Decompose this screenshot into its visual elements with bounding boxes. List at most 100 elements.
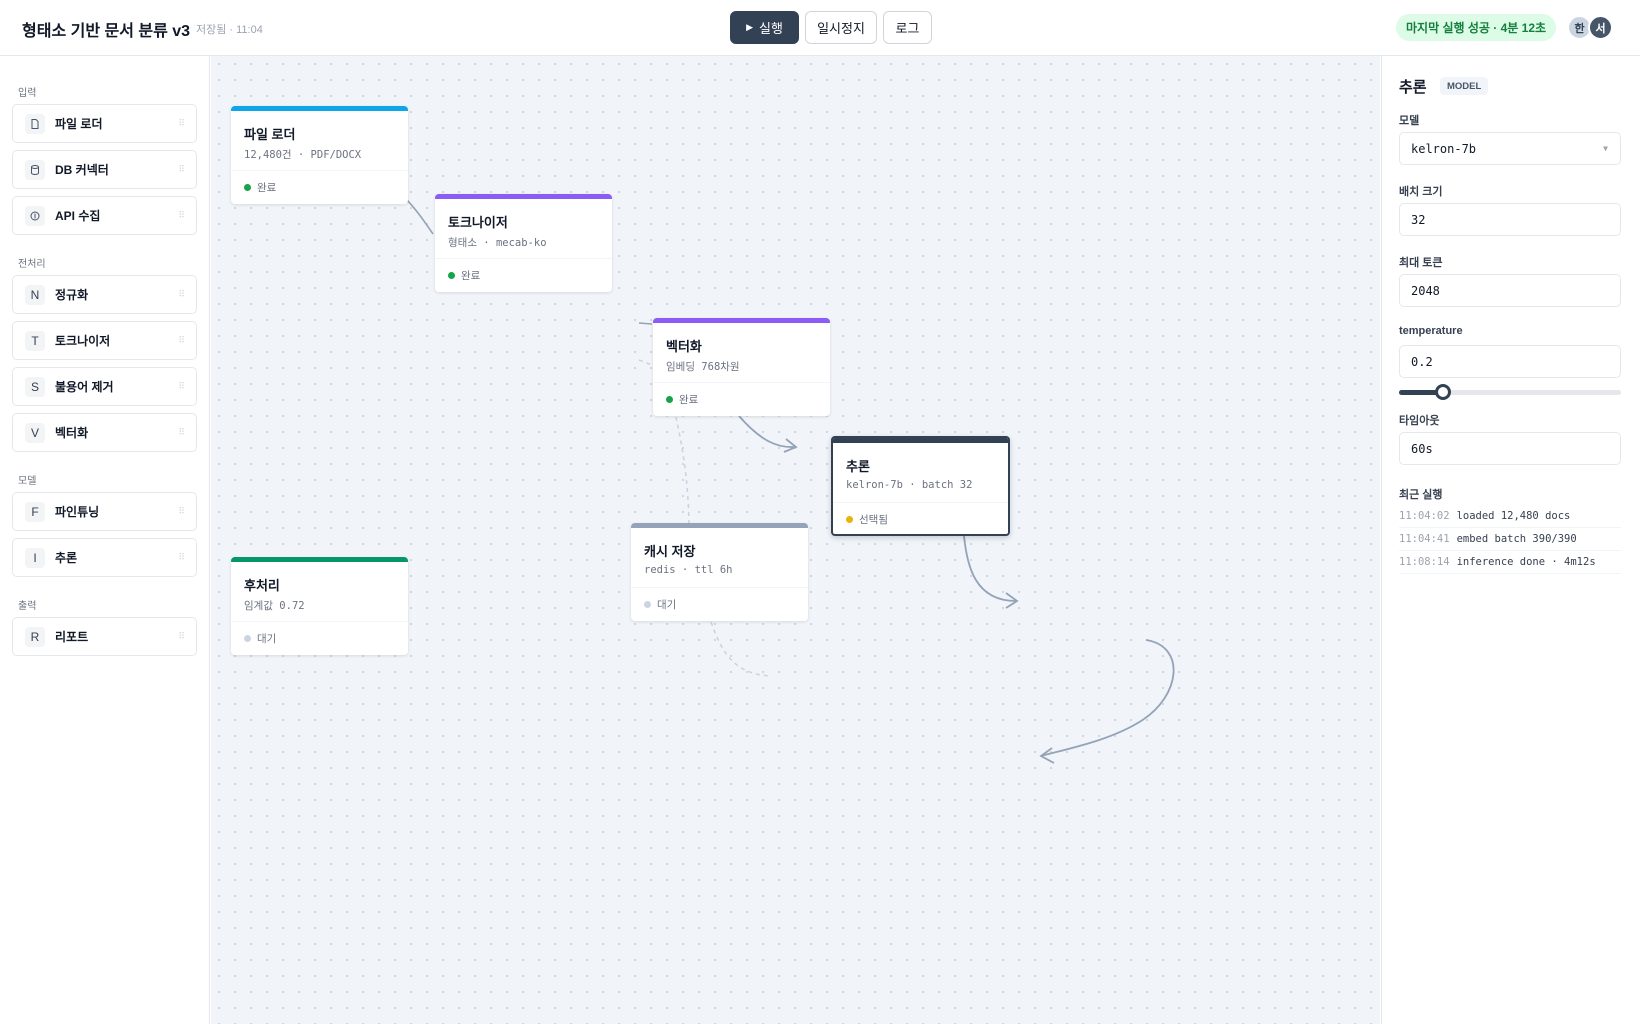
timeout-input[interactable]: 60s xyxy=(1399,432,1621,465)
inspector-panel: 추론 MODEL 모델 kelron-7b ▼ 배치 크기 32 최대 토큰 2… xyxy=(1381,56,1640,1024)
tokenizer-icon: T xyxy=(25,330,45,351)
node-cache-store[interactable]: 캐시 저장 redis · ttl 6h 대기 xyxy=(631,523,808,621)
node-status: 대기 xyxy=(657,599,677,611)
api-icon xyxy=(25,205,45,226)
edge-cache-dashed xyxy=(710,621,772,677)
drag-handle-icon[interactable]: ⠿ xyxy=(178,164,185,175)
node-status-row: 대기 xyxy=(631,587,808,621)
pause-button-label: 일시정지 xyxy=(817,21,865,36)
palette-item-report[interactable]: R 리포트 ⠿ xyxy=(12,617,197,656)
status-dot-icon xyxy=(644,601,651,608)
drag-handle-icon[interactable]: ⠿ xyxy=(178,118,185,129)
node-tokenizer[interactable]: 토크나이저 형태소 · mecab-ko 완료 xyxy=(435,194,612,292)
palette-item-tokenizer[interactable]: T 토크나이저 ⠿ xyxy=(12,321,197,360)
run-button[interactable]: ▶ 실행 xyxy=(730,11,799,44)
temperature-label: temperature xyxy=(1399,325,1463,337)
node-inference-selected[interactable]: 추론 kelron-7b · batch 32 선택됨 xyxy=(831,436,1010,536)
temperature-input[interactable]: 0.2 xyxy=(1399,345,1621,378)
palette-item-normalize[interactable]: N 정규화 ⠿ xyxy=(12,275,197,314)
node-status-row: 완료 xyxy=(653,382,830,416)
log-button[interactable]: 로그 xyxy=(883,11,932,44)
arrow-head-icon xyxy=(1039,747,1055,764)
palette-group-label: 모델 xyxy=(18,476,37,487)
node-postprocess[interactable]: 후처리 임계값 0.72 대기 xyxy=(231,557,408,655)
status-dot-icon xyxy=(666,396,673,403)
top-bar: 형태소 기반 문서 분류 v3 저장됨 · 11:04 ▶ 실행 일시정지 로그… xyxy=(0,0,1640,56)
palette-item-label: 불용어 제거 xyxy=(55,380,114,394)
batch-size-value: 32 xyxy=(1411,212,1426,227)
drag-handle-icon[interactable]: ⠿ xyxy=(178,210,185,221)
palette-item-finetune[interactable]: F 파인튜닝 ⠿ xyxy=(12,492,197,531)
node-title: 후처리 xyxy=(244,578,280,593)
palette-item-label: 토크나이저 xyxy=(55,334,111,348)
node-status: 선택됨 xyxy=(859,514,888,526)
recent-run-text: loaded 12,480 docs xyxy=(1456,510,1571,522)
node-palette-sidebar: 입력 파일 로더 ⠿ DB 커넥터 ⠿ API 수집 ⠿ 전처리 N 정규화 ⠿… xyxy=(0,56,210,1024)
status-dot-icon xyxy=(244,635,251,642)
model-label: 모델 xyxy=(1399,115,1420,127)
play-icon: ▶ xyxy=(746,22,753,32)
pause-button[interactable]: 일시정지 xyxy=(805,11,877,44)
palette-item-inference[interactable]: I 추론 ⠿ xyxy=(12,538,197,577)
drag-handle-icon[interactable]: ⠿ xyxy=(178,289,185,300)
drag-handle-icon[interactable]: ⠿ xyxy=(178,335,185,346)
edge-loop-back[interactable] xyxy=(1040,639,1175,757)
node-title: 추론 xyxy=(846,459,870,474)
file-icon xyxy=(25,113,45,134)
node-status: 완료 xyxy=(257,182,277,194)
chevron-down-icon: ▼ xyxy=(1603,144,1608,153)
node-title: 토크나이저 xyxy=(448,215,508,230)
arrow-head-icon xyxy=(783,438,798,453)
avatar[interactable]: 서 xyxy=(1588,15,1613,40)
max-tokens-input[interactable]: 2048 xyxy=(1399,274,1621,307)
palette-item-label: 파인튜닝 xyxy=(55,505,100,519)
max-tokens-value: 2048 xyxy=(1411,283,1440,298)
node-status-row: 완료 xyxy=(435,258,612,292)
last-run-status-badge: 마지막 실행 성공 · 4분 12초 xyxy=(1396,14,1557,41)
palette-item-db-connector[interactable]: DB 커넥터 ⠿ xyxy=(12,150,197,189)
node-subtitle: kelron-7b · batch 32 xyxy=(846,479,973,491)
recent-run-time: 11:04:41 xyxy=(1399,533,1450,545)
node-status: 대기 xyxy=(257,633,277,645)
edge-loader-tokenizer[interactable] xyxy=(404,197,434,235)
vectorize-icon: V xyxy=(25,422,45,443)
node-title: 캐시 저장 xyxy=(644,544,696,559)
report-icon: R xyxy=(25,626,45,647)
node-file-loader[interactable]: 파일 로더 12,480건 · PDF/DOCX 완료 xyxy=(231,106,408,204)
temperature-slider-thumb[interactable] xyxy=(1435,384,1452,400)
palette-item-api-ingest[interactable]: API 수집 ⠿ xyxy=(12,196,197,235)
palette-item-file-loader[interactable]: 파일 로더 ⠿ xyxy=(12,104,197,143)
node-accent-bar xyxy=(231,557,408,562)
palette-item-vectorize[interactable]: V 벡터화 ⠿ xyxy=(12,413,197,452)
drag-handle-icon[interactable]: ⠿ xyxy=(178,427,185,438)
pipeline-canvas[interactable]: 파일 로더 12,480건 · PDF/DOCX 완료 토크나이저 형태소 · … xyxy=(211,56,1380,1024)
model-select[interactable]: kelron-7b ▼ xyxy=(1399,132,1621,165)
node-subtitle: 형태소 · mecab-ko xyxy=(448,237,547,249)
node-status-row: 완료 xyxy=(231,170,408,204)
drag-handle-icon[interactable]: ⠿ xyxy=(178,631,185,642)
recent-run-time: 11:04:02 xyxy=(1399,510,1450,522)
recent-run-text: inference done · 4m12s xyxy=(1456,556,1596,568)
palette-item-label: 벡터화 xyxy=(55,426,89,440)
batch-size-label: 배치 크기 xyxy=(1399,186,1443,198)
stopword-icon: S xyxy=(25,376,45,397)
node-subtitle: 임계값 0.72 xyxy=(244,600,305,612)
node-subtitle: redis · ttl 6h xyxy=(644,564,733,576)
edge-tokenizer-vectorize-dashed xyxy=(638,359,653,366)
node-accent-bar xyxy=(653,318,830,323)
drag-handle-icon[interactable]: ⠿ xyxy=(178,381,185,392)
edge-vectorize-inference[interactable] xyxy=(738,415,796,448)
palette-item-label: 추론 xyxy=(55,551,78,565)
temperature-slider[interactable] xyxy=(1399,384,1621,400)
edge-tokenizer-vectorize[interactable] xyxy=(638,322,653,325)
drag-handle-icon[interactable]: ⠿ xyxy=(178,552,185,563)
batch-size-input[interactable]: 32 xyxy=(1399,203,1621,236)
node-type-badge: MODEL xyxy=(1440,77,1489,95)
edge-inference-out[interactable] xyxy=(963,535,1017,602)
database-icon xyxy=(25,159,45,180)
recent-run-text: embed batch 390/390 xyxy=(1456,533,1577,545)
drag-handle-icon[interactable]: ⠿ xyxy=(178,506,185,517)
node-status: 완료 xyxy=(461,270,481,282)
palette-item-stopword-removal[interactable]: S 불용어 제거 ⠿ xyxy=(12,367,197,406)
node-vectorize[interactable]: 벡터화 임베딩 768차원 완료 xyxy=(653,318,830,416)
